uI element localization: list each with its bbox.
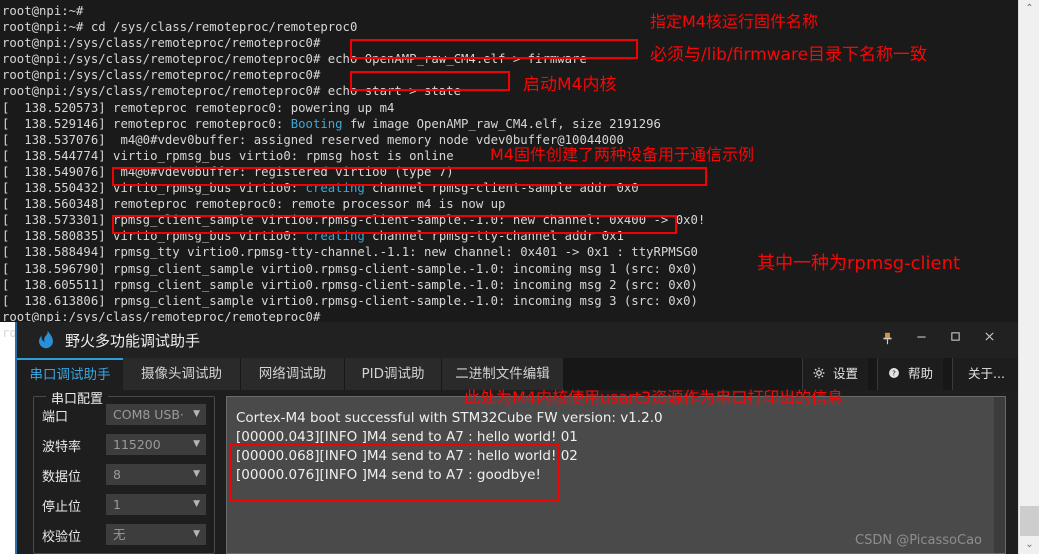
terminal-line: root@npi:~# bbox=[2, 4, 84, 18]
tab-serial-debug[interactable]: 串口调试助手 bbox=[17, 358, 123, 390]
terminal-line: [ 138.550432] virtio_rpmsg_bus virtio0: … bbox=[2, 181, 639, 196]
close-button[interactable] bbox=[974, 326, 1004, 352]
terminal-line: [ 138.529146] remoteproc remoteproc0: Bo… bbox=[2, 116, 661, 131]
tab-camera-debug[interactable]: 摄像头调试助手 bbox=[123, 358, 241, 414]
config-row: 停止位 1 ▼ bbox=[42, 494, 208, 517]
serial-debug-app-window: 野火多功能调试助手 串口调试助手 摄像头调试助 网络调试助 PID调试助 二进制… bbox=[15, 322, 1020, 554]
config-select[interactable]: 1 ▼ bbox=[106, 494, 206, 515]
output-line: [00000.043][INFO ]M4 send to A7 : hello … bbox=[236, 429, 578, 445]
flame-icon bbox=[39, 330, 53, 349]
tab-network-debug[interactable]: 网络调试助手 bbox=[241, 358, 345, 414]
help-icon: ? bbox=[888, 366, 904, 381]
help-button[interactable]: ? 帮助 bbox=[877, 358, 943, 390]
svg-text:?: ? bbox=[892, 369, 896, 378]
config-label: 数据位 bbox=[42, 470, 82, 485]
minimize-button[interactable] bbox=[906, 326, 936, 352]
config-row: 波特率 115200 ▼ bbox=[42, 434, 208, 457]
terminal-line: [ 138.605511] rpmsg_client_sample virtio… bbox=[2, 277, 698, 292]
note-start-m4: 启动M4内核 bbox=[523, 75, 617, 95]
config-row: 端口 COM8 USB· ▼ bbox=[42, 404, 208, 427]
terminal-line: root@npi:/sys/class/remoteproc/remotepro… bbox=[2, 84, 462, 99]
terminal-line: root@npi:/sys/class/remoteproc/remotepro… bbox=[2, 68, 321, 83]
gear-icon bbox=[813, 366, 829, 381]
config-select[interactable]: 115200 ▼ bbox=[106, 434, 206, 455]
help-label: 帮助 bbox=[907, 366, 933, 381]
terminal-line: [ 138.549076] m4@0#vdev0buffer: register… bbox=[2, 164, 454, 179]
scroll-down-arrow-icon[interactable]: ⌄ bbox=[1019, 536, 1039, 554]
chevron-down-icon: ▼ bbox=[193, 409, 200, 419]
config-row: 数据位 8 ▼ bbox=[42, 464, 208, 487]
terminal-line: [ 138.520573] remoteproc remoteproc0: po… bbox=[2, 100, 395, 115]
terminal-line: [ 138.573301] rpmsg_client_sample virtio… bbox=[2, 213, 706, 228]
chevron-down-icon: ▼ bbox=[193, 529, 200, 539]
pin-button[interactable] bbox=[872, 326, 902, 352]
terminal-line: [ 138.613806] rpmsg_client_sample virtio… bbox=[2, 293, 698, 308]
note-two-devices: M4固件创建了两种设备用于通信示例 bbox=[490, 145, 754, 164]
close-icon bbox=[984, 332, 994, 341]
output-line: Cortex-M4 boot successful with STM32Cube… bbox=[236, 410, 663, 426]
config-select[interactable]: 8 ▼ bbox=[106, 464, 206, 485]
chevron-down-icon: ▼ bbox=[193, 469, 200, 479]
terminal-line: [ 138.560348] remoteproc remoteproc0: re… bbox=[2, 197, 506, 212]
terminal-line: root@npi:~# cd /sys/class/remoteproc/rem… bbox=[2, 20, 358, 35]
settings-label: 设置 bbox=[832, 366, 858, 381]
chevron-down-icon: ▼ bbox=[193, 499, 200, 509]
terminal-line: [ 138.580835] virtio_rpmsg_bus virtio0: … bbox=[2, 229, 624, 244]
app-titlebar: 野火多功能调试助手 bbox=[17, 322, 1020, 358]
app-body: 串口配置 端口 COM8 USB· ▼ 波特率 115200 ▼ 数据位 8 ▼ 停止位 1 ▼ 校验位… bbox=[17, 388, 1020, 554]
output-line: [00000.076][INFO ]M4 send to A7 : goodby… bbox=[236, 467, 541, 483]
page-scrollbar[interactable]: ⌃ ⌄ bbox=[1018, 0, 1039, 554]
config-label: 波特率 bbox=[42, 440, 82, 455]
note-firmware-name: 指定M4核运行固件名称 bbox=[650, 12, 818, 31]
maximize-button[interactable] bbox=[940, 326, 970, 352]
scrollbar-thumb[interactable] bbox=[1020, 506, 1039, 536]
note-usart3: 此处为M4内核使用usart3资源作为串口打印出的信息 bbox=[464, 388, 844, 407]
screenshot-root: root@npi:~# root@npi:~# cd /sys/class/rem… bbox=[0, 0, 1039, 554]
pin-icon bbox=[882, 332, 892, 345]
output-line: [00000.068][INFO ]M4 send to A7 : hello … bbox=[236, 448, 578, 464]
note-rpmsg-client: 其中一种为rpmsg-client bbox=[757, 253, 961, 274]
minimize-icon bbox=[916, 336, 926, 338]
output-scrollbar[interactable] bbox=[994, 397, 1005, 553]
config-label: 停止位 bbox=[42, 500, 82, 515]
serial-output-text: Cortex-M4 boot successful with STM32Cube… bbox=[230, 400, 991, 550]
config-label: 端口 bbox=[42, 410, 69, 425]
tab-pid-debug[interactable]: PID调试助手 bbox=[345, 358, 442, 414]
about-button[interactable]: 关于... bbox=[952, 358, 1020, 390]
chevron-down-icon: ▼ bbox=[193, 439, 200, 449]
config-row: 校验位 无 ▼ bbox=[42, 524, 208, 547]
scroll-up-arrow-icon[interactable]: ⌃ bbox=[1019, 0, 1039, 18]
note-firmware-dir: 必须与/lib/firmware目录下名称一致 bbox=[650, 45, 928, 65]
config-select[interactable]: 无 ▼ bbox=[106, 524, 206, 545]
csdn-watermark: CSDN @PicassoCao bbox=[855, 533, 982, 548]
app-title: 野火多功能调试助手 bbox=[65, 332, 201, 350]
serial-output-panel[interactable]: Cortex-M4 boot successful with STM32Cube… bbox=[226, 396, 1006, 554]
config-select[interactable]: COM8 USB· ▼ bbox=[106, 404, 206, 425]
maximize-icon bbox=[950, 332, 960, 341]
config-label: 校验位 bbox=[42, 530, 82, 545]
